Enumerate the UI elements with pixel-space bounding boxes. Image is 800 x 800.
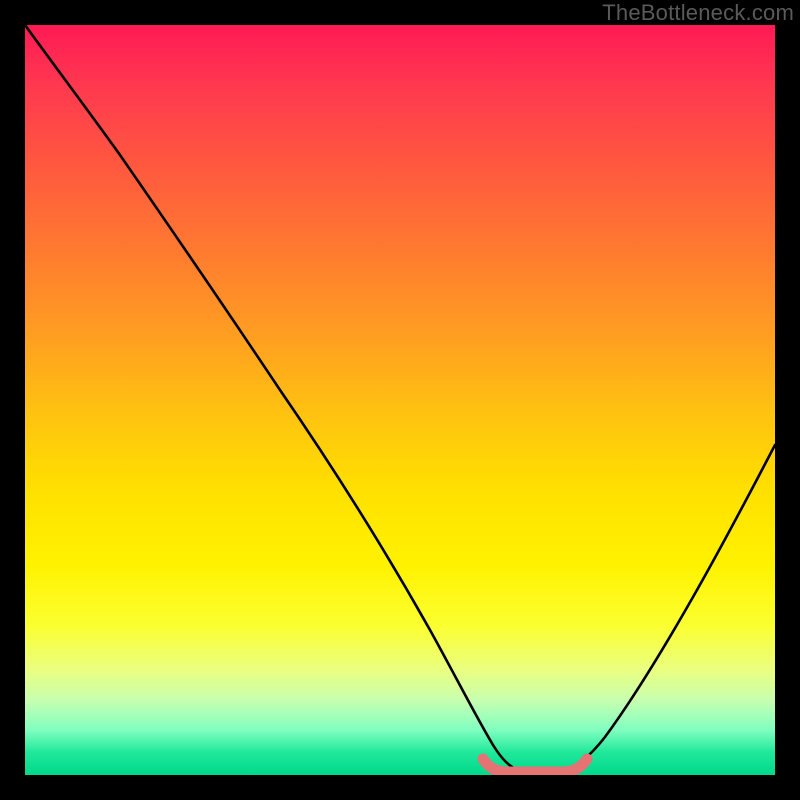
watermark-label: TheBottleneck.com [602,0,794,26]
bottleneck-curve [25,25,775,771]
plot-area [25,25,775,775]
chart-frame: TheBottleneck.com [0,0,800,800]
sweet-spot-band [483,759,587,772]
chart-svg [25,25,775,775]
